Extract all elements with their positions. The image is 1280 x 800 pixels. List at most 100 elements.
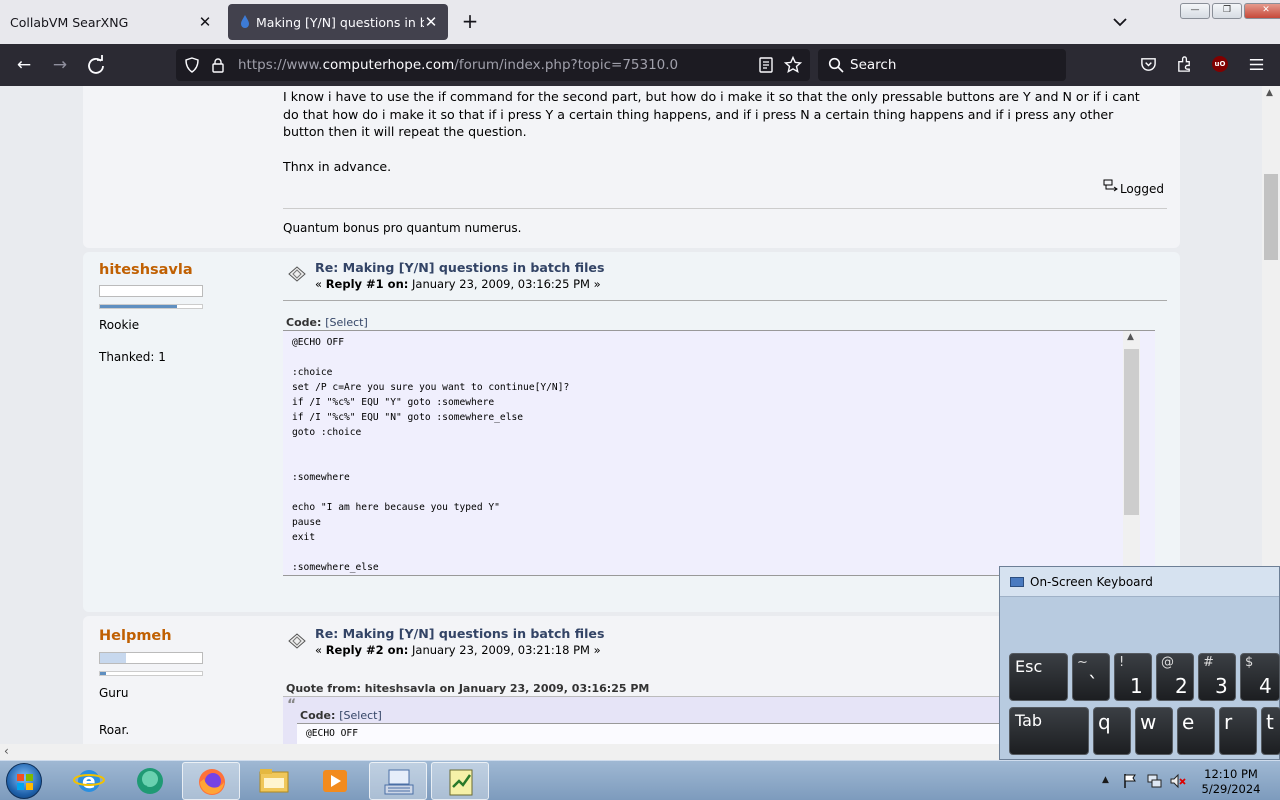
notepad-app-icon — [449, 769, 473, 796]
post-count-bar — [99, 285, 203, 297]
code-block[interactable]: @ECHO OFF :choice set /P c=Are you sure … — [283, 330, 1155, 576]
key-backtick[interactable]: ~ ` — [1072, 653, 1110, 701]
scroll-up-arrow-icon[interactable]: ▲ — [1127, 332, 1134, 342]
lock-icon[interactable] — [210, 57, 226, 73]
poster-name[interactable]: hiteshsavla — [99, 262, 193, 278]
internet-explorer-icon: e — [73, 769, 105, 793]
close-icon[interactable]: ✕ — [422, 13, 440, 31]
taskbar-keyboard-app[interactable] — [369, 762, 427, 800]
karma-bar — [99, 671, 203, 676]
key-tab[interactable]: Tab — [1009, 707, 1089, 755]
post-count-bar — [99, 652, 203, 664]
osk-title-bar[interactable]: On-Screen Keyboard — [1000, 567, 1279, 597]
window-controls: — ❐ ✕ — [1180, 3, 1280, 19]
close-icon[interactable]: ✕ — [196, 13, 214, 31]
karma-bar — [99, 304, 203, 309]
code-select-link[interactable]: [Select] — [325, 316, 368, 329]
post-body-line: button then it will repeat the question. — [283, 124, 527, 139]
maximize-button[interactable]: ❐ — [1212, 3, 1242, 19]
keyboard-app-icon — [384, 769, 414, 795]
key-1[interactable]: ! 1 — [1114, 653, 1152, 701]
key-q[interactable]: q — [1093, 707, 1131, 755]
key-r[interactable]: r — [1219, 707, 1257, 755]
scroll-up-arrow-icon[interactable]: ▲ — [1266, 88, 1273, 98]
search-input[interactable]: Search — [818, 49, 1066, 81]
post-subject-link[interactable]: Re: Making [Y/N] questions in batch file… — [315, 260, 604, 275]
forward-arrow-icon[interactable]: → — [48, 53, 72, 77]
new-tab-button[interactable]: + — [458, 10, 482, 34]
menu-hamburger-icon[interactable] — [1248, 56, 1265, 73]
code-line: @ECHO OFF — [306, 728, 358, 739]
url-text[interactable]: https://www.computerhope.com/forum/index… — [238, 57, 678, 73]
reply-number: Reply #2 on: — [325, 643, 409, 657]
taskbar-media-player[interactable] — [306, 762, 364, 800]
window-close-button[interactable]: ✕ — [1244, 3, 1280, 19]
key-label: q — [1098, 710, 1111, 734]
code-line: :somewhere — [292, 472, 350, 483]
taskbar-internet-explorer[interactable]: e — [60, 762, 118, 800]
reader-view-icon[interactable] — [758, 57, 774, 73]
tab-collabvm-searxng[interactable]: CollabVM SearXNG ✕ — [0, 4, 222, 40]
media-player-icon — [323, 770, 347, 792]
key-shift-label: ~ — [1077, 655, 1088, 670]
page-scroll-thumb[interactable] — [1264, 174, 1278, 260]
taskbar-firefox[interactable] — [182, 762, 240, 800]
key-label: 1 — [1130, 674, 1143, 698]
key-e[interactable]: e — [1177, 707, 1215, 755]
tracking-shield-icon[interactable] — [184, 57, 200, 73]
post-subject-link[interactable]: Re: Making [Y/N] questions in batch file… — [315, 626, 604, 641]
key-w[interactable]: w — [1135, 707, 1173, 755]
poster-name[interactable]: Helpmeh — [99, 628, 172, 644]
signature-divider — [283, 208, 1167, 209]
code-scroll-thumb[interactable] — [1124, 349, 1139, 515]
scroll-left-arrow-icon[interactable]: ‹ — [4, 744, 9, 758]
key-shift-label: ! — [1119, 655, 1125, 670]
key-4[interactable]: $4 — [1240, 653, 1280, 701]
taskbar-file-explorer[interactable] — [245, 762, 303, 800]
key-shift-label: # — [1203, 655, 1214, 670]
key-label: ` — [1088, 672, 1098, 696]
taskbar-notepad-app[interactable] — [431, 762, 489, 800]
tab-making-yn-questions[interactable]: Making [Y/N] questions in batch files ✕ — [228, 4, 448, 40]
show-hidden-icons-arrow-icon[interactable]: ▲ — [1102, 775, 1109, 785]
key-label: r — [1224, 710, 1233, 734]
back-arrow-icon[interactable]: ← — [12, 53, 36, 77]
action-center-flag-icon[interactable] — [1122, 773, 1138, 789]
chat-app-icon — [137, 768, 163, 794]
post-date: January 23, 2009, 03:16:25 PM » — [408, 277, 601, 291]
quote-block: “ Code: [Select] @ECHO OFF — [283, 696, 1003, 744]
list-all-tabs-icon[interactable] — [1110, 12, 1130, 32]
key-3[interactable]: #3 — [1198, 653, 1236, 701]
post-signature: Quantum bonus pro quantum numerus. — [283, 221, 522, 235]
quote-mark-icon: “ — [287, 697, 297, 713]
extensions-icon[interactable] — [1176, 56, 1193, 73]
system-clock[interactable]: 12:10 PM 5/29/2024 — [1196, 767, 1266, 797]
code-label: Code: [Select] — [286, 316, 368, 329]
url-path: /forum/index.php?topic=75310.0 — [454, 57, 679, 73]
network-icon[interactable] — [1146, 773, 1162, 789]
bookmark-star-icon[interactable] — [784, 56, 802, 74]
search-icon — [828, 57, 844, 73]
volume-muted-icon[interactable] — [1170, 773, 1186, 789]
pocket-icon[interactable] — [1140, 56, 1157, 73]
post-body: I know i have to use the if command for … — [283, 88, 1163, 141]
url-bar[interactable]: https://www.computerhope.com/forum/index… — [176, 49, 810, 81]
quote-header[interactable]: Quote from: hiteshsavla on January 23, 2… — [286, 682, 649, 695]
code-select-link[interactable]: [Select] — [339, 709, 382, 722]
taskbar-chat-app[interactable] — [121, 762, 179, 800]
windows-taskbar: e ▲ 12:10 PM 5/29/2024 — [0, 760, 1280, 800]
start-button[interactable] — [6, 763, 42, 799]
reload-icon[interactable] — [84, 53, 108, 77]
code-block[interactable]: @ECHO OFF — [297, 723, 1003, 744]
key-t[interactable]: t — [1261, 707, 1280, 755]
code-scrollbar[interactable]: ▲ — [1123, 331, 1140, 575]
minimize-button[interactable]: — — [1180, 3, 1210, 19]
tab-title: CollabVM SearXNG — [10, 14, 129, 30]
key-2[interactable]: @2 — [1156, 653, 1194, 701]
ublock-origin-icon[interactable]: uO — [1212, 56, 1228, 72]
reply-number: Reply #1 on: — [325, 277, 409, 291]
key-esc[interactable]: Esc — [1009, 653, 1068, 701]
url-prefix: https://www. — [238, 57, 323, 73]
code-line: exit — [292, 532, 316, 543]
post-topic-icon — [288, 266, 306, 282]
